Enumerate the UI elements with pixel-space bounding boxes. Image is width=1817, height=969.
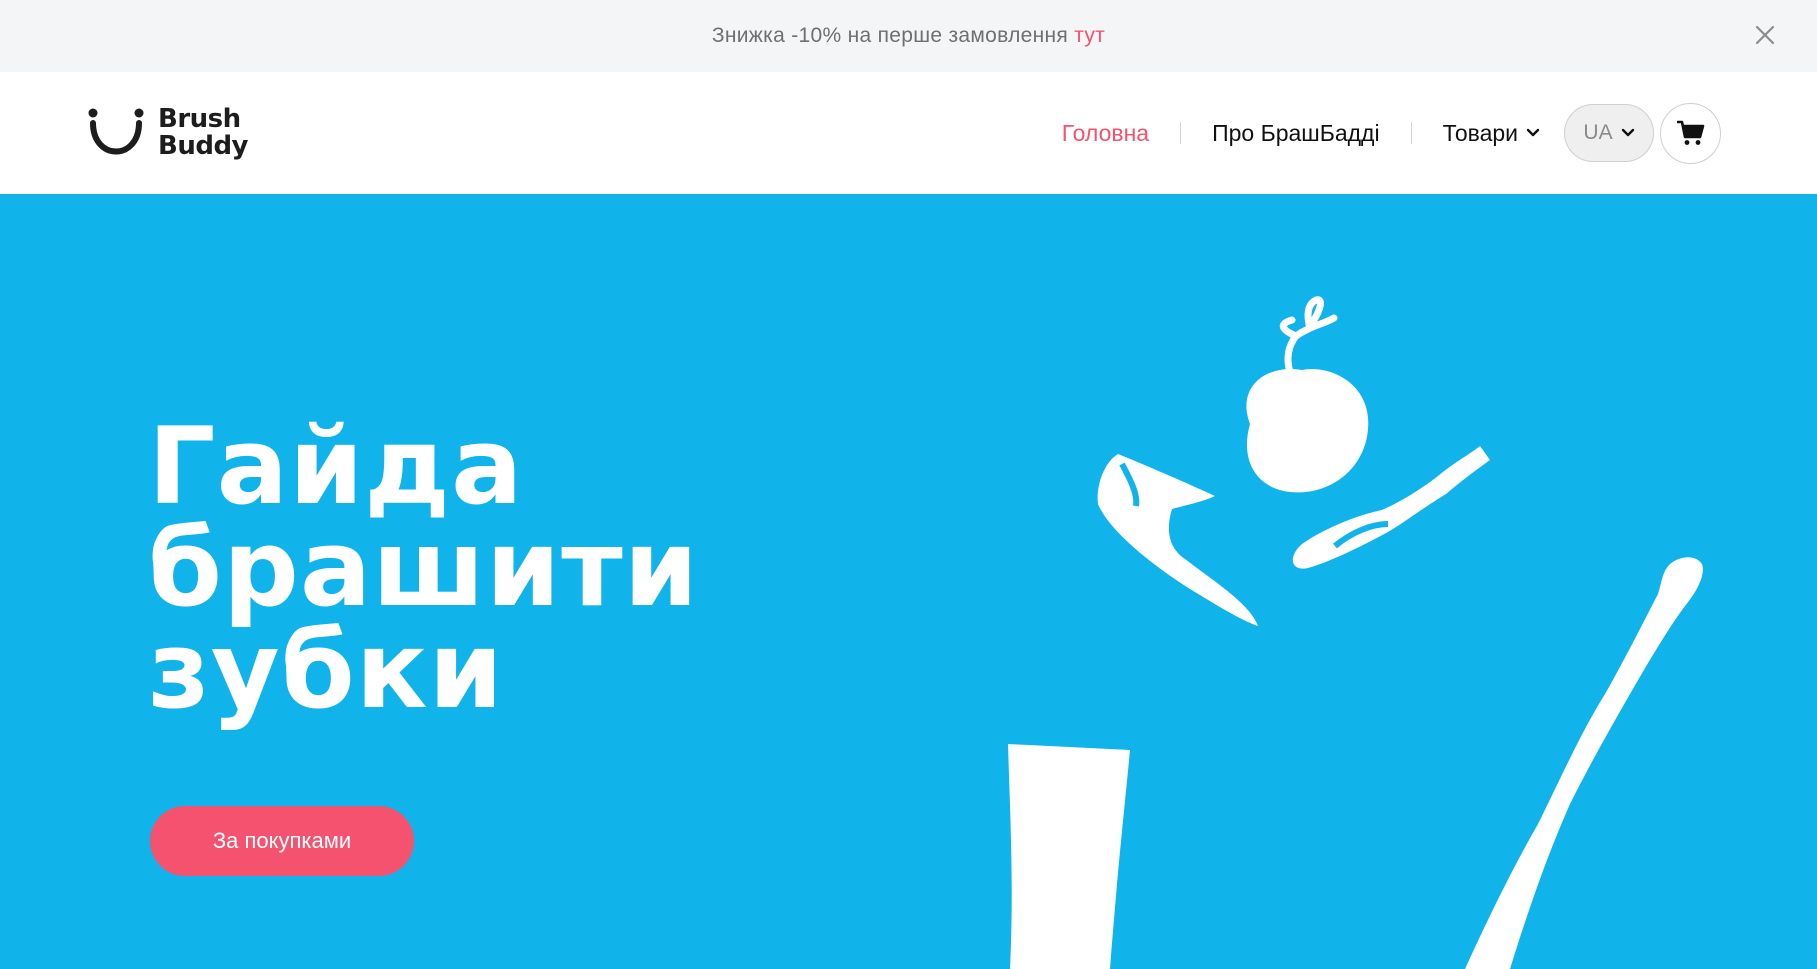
close-icon[interactable] bbox=[1751, 21, 1779, 49]
toothpaste-tube-icon bbox=[1008, 744, 1130, 969]
nav-products-label: Товари bbox=[1442, 119, 1518, 146]
logo-wordmark: Brush Buddy bbox=[158, 104, 249, 161]
chevron-down-icon bbox=[1526, 128, 1540, 137]
promo-link[interactable]: тут bbox=[1074, 24, 1105, 47]
site-header: Brush Buddy Головна Про БрашБадді Товари… bbox=[0, 72, 1817, 194]
hero-section: Гайда брашити зубки За покупками bbox=[0, 194, 1817, 969]
cart-button[interactable] bbox=[1660, 102, 1721, 164]
language-label: UA bbox=[1583, 121, 1613, 144]
shop-now-button[interactable]: За покупками bbox=[150, 806, 414, 876]
hero-title-line-3: зубки bbox=[148, 609, 504, 732]
nav-divider bbox=[1180, 122, 1182, 144]
nav-home[interactable]: Головна bbox=[1062, 120, 1149, 147]
promo-message: Знижка -10% на перше замовлення тут bbox=[0, 24, 1817, 48]
logo-line-1: Brush bbox=[158, 104, 241, 134]
chevron-down-icon bbox=[1621, 128, 1634, 137]
apple-icon bbox=[1246, 296, 1369, 493]
promo-text: Знижка -10% на перше замовлення bbox=[711, 24, 1069, 47]
nav-about[interactable]: Про БрашБадді bbox=[1212, 120, 1379, 147]
cart-icon bbox=[1676, 120, 1704, 145]
nav-divider bbox=[1410, 122, 1412, 144]
promo-bar: Знижка -10% на перше замовлення тут bbox=[0, 0, 1817, 72]
logo[interactable]: Brush Buddy bbox=[86, 102, 256, 164]
hero-title: Гайда брашити зубки bbox=[148, 405, 699, 732]
main-nav: Головна Про БрашБадді Товари UA bbox=[1062, 72, 1721, 194]
hero-illustration bbox=[1008, 296, 1703, 969]
toothbrush-icon bbox=[1465, 557, 1703, 969]
hero-title-line-2: брашити bbox=[148, 507, 699, 630]
language-selector[interactable]: UA bbox=[1564, 104, 1654, 162]
smile-logo-icon bbox=[88, 108, 144, 155]
floss-pick-icon bbox=[1097, 454, 1258, 626]
logo-line-2: Buddy bbox=[158, 131, 249, 161]
hero-title-line-1: Гайда bbox=[148, 405, 524, 528]
nav-products[interactable]: Товари bbox=[1443, 120, 1540, 147]
